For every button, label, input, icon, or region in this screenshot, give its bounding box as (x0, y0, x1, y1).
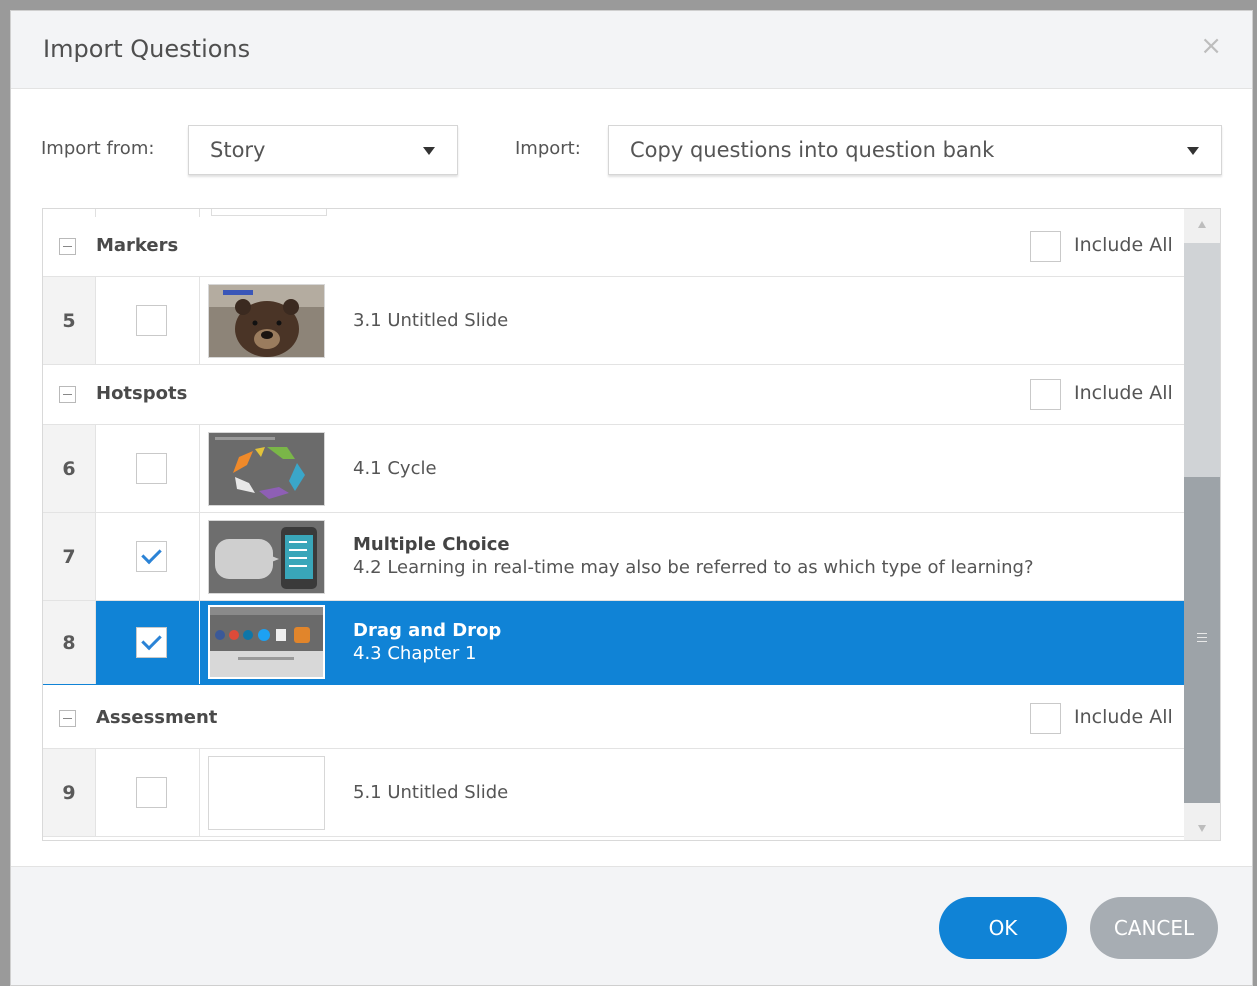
row-checkbox-checked[interactable] (136, 627, 167, 658)
dialog-footer: OK CANCEL (11, 866, 1252, 985)
import-from-label: Import from: (41, 138, 155, 159)
chevron-down-icon (1187, 147, 1199, 155)
checkmark-icon (141, 629, 162, 651)
scroll-down-icon[interactable] (1198, 825, 1206, 832)
include-all-checkbox[interactable] (1030, 379, 1061, 410)
collapse-icon[interactable] (59, 710, 76, 727)
vertical-scrollbar[interactable] (1184, 209, 1220, 840)
question-list: Markers Include All 5 3.1 Untitled Slide… (42, 208, 1221, 841)
row-number: 8 (43, 601, 96, 684)
scrollbar-thumb[interactable] (1184, 477, 1220, 803)
group-name: Markers (96, 235, 179, 256)
slide-thumbnail (208, 432, 325, 506)
row-checkbox[interactable] (136, 305, 167, 336)
include-all-checkbox[interactable] (1030, 703, 1061, 734)
cycle-diagram (209, 433, 324, 505)
row-checkbox[interactable] (136, 453, 167, 484)
cancel-button[interactable]: CANCEL (1090, 897, 1218, 959)
import-mode-dropdown[interactable]: Copy questions into question bank (608, 125, 1222, 175)
group-header-hotspots: Hotspots Include All (43, 365, 1184, 425)
slide-thumbnail (208, 520, 325, 594)
bear-image (209, 285, 324, 357)
chat-phone (209, 521, 324, 593)
grip-icon (1197, 633, 1207, 642)
slide-thumbnail-blank (208, 756, 325, 830)
slide-title: 4.1 Cycle (353, 458, 437, 479)
slide-title: 4.3 Chapter 1 (353, 643, 477, 664)
table-row[interactable]: 7 Multiple Choice 4.2 Learning in real-t… (43, 513, 1184, 601)
chevron-down-icon (423, 147, 435, 155)
group-header-assessment: Assessment Include All (43, 689, 1184, 749)
group-header-markers: Markers Include All (43, 217, 1184, 277)
slide-title: 3.1 Untitled Slide (353, 310, 509, 331)
collapse-icon[interactable] (59, 238, 76, 255)
row-number: 5 (43, 277, 96, 364)
import-questions-dialog: Import Questions × Import from: Story Im… (10, 10, 1253, 986)
ok-button[interactable]: OK (939, 897, 1067, 959)
collapse-icon[interactable] (59, 386, 76, 403)
include-all-label: Include All (1074, 382, 1173, 404)
import-label: Import: (515, 138, 581, 159)
close-icon[interactable]: × (1200, 33, 1222, 59)
include-all-checkbox[interactable] (1030, 231, 1061, 262)
row-checkbox-checked[interactable] (136, 541, 167, 572)
group-name: Assessment (96, 707, 218, 728)
table-row[interactable]: 5 3.1 Untitled Slide (43, 277, 1184, 365)
include-all-label: Include All (1074, 706, 1173, 728)
group-name: Hotspots (96, 383, 188, 404)
include-all-label: Include All (1074, 234, 1173, 256)
dialog-header: Import Questions × (11, 11, 1252, 89)
slide-title: 5.1 Untitled Slide (353, 782, 509, 803)
table-row-selected[interactable]: 8 Drag and Drop 4.3 Chapter 1 (43, 601, 1184, 685)
table-row[interactable]: 6 4.1 Cycle (43, 425, 1184, 513)
import-from-value: Story (210, 138, 266, 162)
social-icons (210, 607, 323, 677)
slide-thumbnail (208, 284, 325, 358)
question-type: Drag and Drop (353, 620, 502, 641)
row-number: 7 (43, 513, 96, 600)
dialog-title: Import Questions (43, 35, 251, 63)
slide-thumbnail (208, 605, 325, 679)
table-row[interactable]: 9 5.1 Untitled Slide (43, 749, 1184, 837)
checkmark-icon (141, 543, 162, 565)
row-number: 6 (43, 425, 96, 512)
question-type: Multiple Choice (353, 534, 510, 555)
import-from-dropdown[interactable]: Story (188, 125, 458, 175)
row-checkbox[interactable] (136, 777, 167, 808)
row-number: 9 (43, 749, 96, 836)
slide-title: 4.2 Learning in real-time may also be re… (353, 557, 1034, 578)
import-mode-value: Copy questions into question bank (630, 138, 995, 162)
scroll-up-icon[interactable] (1198, 221, 1206, 228)
